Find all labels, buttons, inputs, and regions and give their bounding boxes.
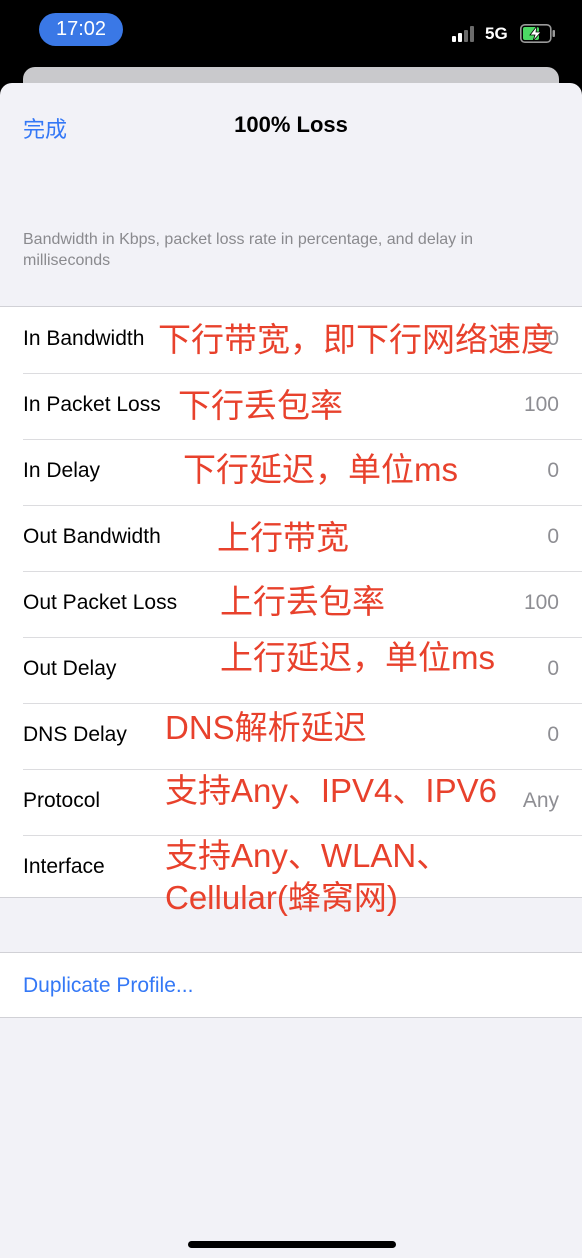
page-title: 100% Loss [234, 112, 348, 137]
annotation-out-delay: 上行延迟，单位ms [220, 639, 495, 676]
row-value: 0 [547, 525, 559, 548]
row-label: Out Delay [23, 657, 117, 680]
row-value: 100 [523, 591, 559, 614]
row-value: Any [522, 789, 559, 812]
row-label: In Delay [23, 459, 101, 482]
duplicate-profile-cell[interactable]: Duplicate Profile... [0, 952, 582, 1018]
battery-charging-icon [520, 24, 555, 43]
profile-sheet: 100% Loss 完成 Bandwidth in Kbps, packet l… [0, 83, 582, 1258]
row-label: In Packet Loss [23, 393, 161, 416]
row-value: 0 [547, 459, 559, 482]
annotation-in-packet-loss: 下行丢包率 [178, 387, 343, 424]
annotation-out-bandwidth: 上行带宽 [217, 519, 349, 556]
status-time[interactable]: 17:02 [39, 13, 123, 46]
annotation-protocol: 支持Any、IPV4、IPV6 [165, 772, 497, 809]
row-label: In Bandwidth [23, 327, 145, 350]
cellular-signal-icon [452, 26, 478, 42]
annotation-interface-line1: 支持Any、WLAN、 [165, 837, 450, 874]
duplicate-profile-button[interactable]: Duplicate Profile... [23, 974, 193, 998]
annotation-interface-line2: Cellular(蜂窝网) [165, 879, 398, 916]
row-label: Out Bandwidth [23, 525, 161, 548]
home-indicator [188, 1241, 396, 1248]
section-footnote: Bandwidth in Kbps, packet loss rate in p… [23, 231, 474, 269]
network-type: 5G [485, 24, 508, 43]
status-bar: 17:02 5G [0, 0, 582, 70]
row-value: 0 [547, 723, 559, 746]
annotation-in-bandwidth: 下行带宽，即下行网络速度 [158, 321, 554, 358]
annotation-dns-delay: DNS解析延迟 [165, 709, 367, 746]
annotation-in-delay: 下行延迟，单位ms [183, 451, 458, 488]
annotation-out-packet-loss: 上行丢包率 [220, 583, 385, 620]
row-label: Out Packet Loss [23, 591, 178, 614]
row-label: DNS Delay [23, 723, 127, 746]
row-value: 0 [547, 657, 559, 680]
done-button[interactable]: 完成 [23, 112, 67, 144]
row-label: Interface [23, 855, 105, 878]
row-value: 100 [523, 393, 559, 416]
row-label: Protocol [23, 789, 101, 812]
